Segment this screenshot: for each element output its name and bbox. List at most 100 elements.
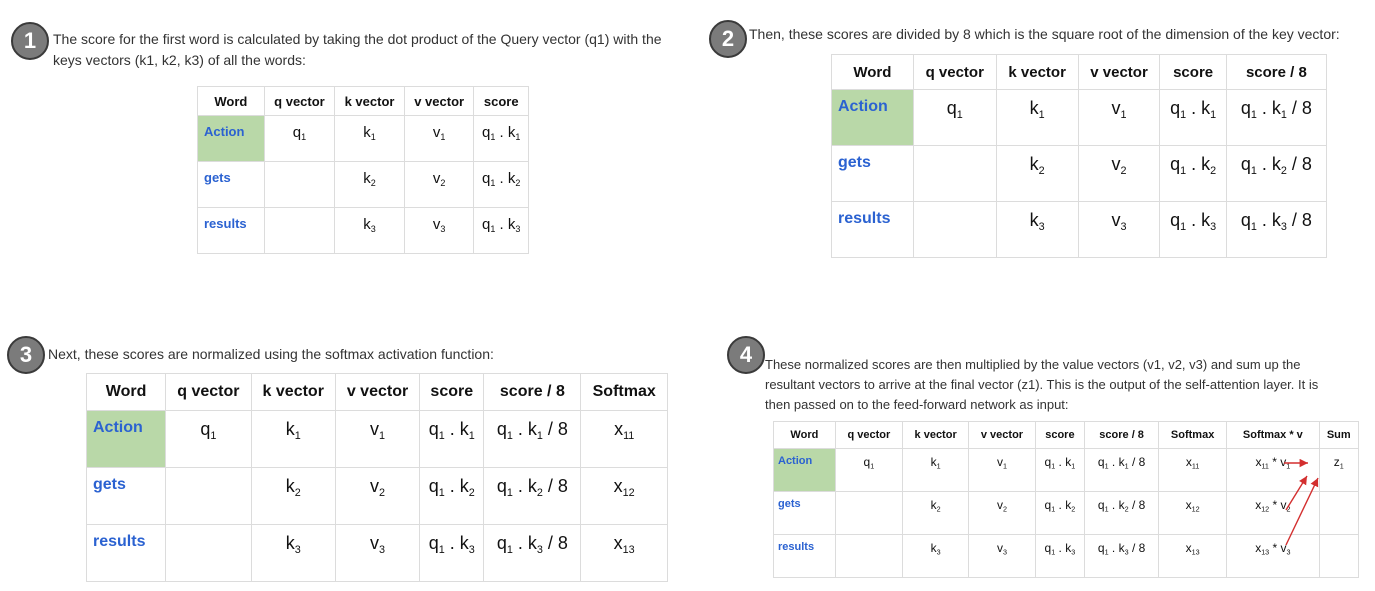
value-cell: q1 . k2 (419, 467, 485, 525)
step-4-line-1: These normalized scores are then multipl… (765, 357, 1301, 372)
value-cell: v1 (403, 115, 475, 162)
value-cell (165, 467, 252, 525)
step-4-description: These normalized scores are then multipl… (765, 355, 1318, 415)
table-row: gets k2 v2 q1 . k2 (197, 161, 529, 208)
value-cell: v3 (403, 207, 475, 254)
value-cell: v1 (968, 448, 1036, 492)
column-header: v vector (968, 421, 1036, 449)
step-3-badge: 3 (7, 336, 45, 374)
value-cell: k2 (334, 161, 405, 208)
value-cell: q1 (912, 89, 997, 146)
step-4-line-3: then passed on to the feed-forward netwo… (765, 397, 1069, 412)
step-1-line-2: keys vectors (k1, k2, k3) of all the wor… (53, 52, 306, 68)
step-4-line-2: resultant vectors to arrive at the final… (765, 377, 1319, 392)
value-cell: q1 . k1 / 8 (1225, 89, 1328, 146)
value-cell: v2 (334, 467, 421, 525)
value-cell: x11 (1158, 448, 1228, 492)
table-row: Action q1 k1 v1 q1 . k1 q1 . k1 / 8 (831, 89, 1328, 146)
value-cell: q1 (263, 115, 336, 162)
value-cell: v3 (334, 524, 421, 582)
word-cell: Action (197, 115, 265, 162)
value-cell (165, 524, 252, 582)
value-cell (834, 491, 903, 535)
value-cell: v1 (334, 410, 421, 468)
word-cell: gets (773, 491, 836, 535)
column-header: q vector (263, 86, 336, 116)
value-cell: q1 . k3 (473, 207, 529, 254)
word-cell: results (831, 201, 914, 258)
attention-table-step-3: Word q vector k vector v vector score score /… (85, 373, 668, 582)
value-cell: q1 . k1 (1159, 89, 1227, 146)
column-header: q vector (912, 54, 997, 90)
value-cell: q1 . k2 (473, 161, 529, 208)
value-cell: q1 . k2 / 8 (483, 467, 582, 525)
table-row: results k3 v3 q1 . k3 q1 . k3 / 8 x13 (85, 524, 668, 582)
column-header: Softmax * v (1226, 421, 1320, 449)
value-cell: q1 (165, 410, 252, 468)
value-cell: k1 (250, 410, 336, 468)
value-cell: q1 . k2 / 8 (1084, 491, 1160, 535)
table-header-row: Word q vector k vector v vector score score /… (85, 373, 668, 411)
step-3-line-1: Next, these scores are normalized using … (48, 346, 494, 362)
table-row: results k3 v3 q1 . k3 (197, 207, 529, 254)
value-cell: k1 (334, 115, 405, 162)
value-cell: q1 . k2 (1159, 145, 1227, 202)
value-cell: q1 . k1 (419, 410, 485, 468)
column-header: score (419, 373, 485, 411)
value-cell: q1 . k3 / 8 (1084, 534, 1160, 578)
value-cell: q1 . k1 (473, 115, 529, 162)
word-cell: gets (197, 161, 265, 208)
step-1-description: The score for the first word is calculat… (53, 29, 662, 71)
attention-table-step-1: Word q vector k vector v vector score Action q… (197, 86, 529, 254)
word-cell: results (85, 524, 167, 582)
value-cell: x12 (580, 467, 668, 525)
value-cell: k3 (250, 524, 336, 582)
column-header: Word (85, 373, 167, 411)
value-cell: k2 (901, 491, 970, 535)
value-cell: v3 (968, 534, 1036, 578)
column-header: v vector (403, 86, 475, 116)
value-cell (1318, 534, 1360, 578)
value-cell (834, 534, 903, 578)
value-cell: x13 (1158, 534, 1228, 578)
value-cell: q1 . k1 / 8 (1084, 448, 1160, 492)
step-4-badge: 4 (727, 336, 765, 374)
column-header: q vector (165, 373, 252, 411)
column-header: Word (773, 421, 836, 449)
value-cell: x11 * v1 (1226, 448, 1320, 492)
step-2-badge: 2 (709, 20, 747, 58)
value-cell (912, 145, 997, 202)
step-3-description: Next, these scores are normalized using … (48, 346, 494, 362)
table-row: Action q1 k1 v1 q1 . k1 q1 . k1 / 8 x11 (85, 410, 668, 468)
value-cell: k3 (334, 207, 405, 254)
column-header: v vector (334, 373, 421, 411)
column-header: Softmax (1158, 421, 1228, 449)
value-cell: v2 (1077, 145, 1161, 202)
value-cell: v1 (1077, 89, 1161, 146)
value-cell (263, 207, 336, 254)
word-cell: Action (773, 448, 836, 492)
value-cell: x12 * v2 (1226, 491, 1320, 535)
value-cell: v2 (968, 491, 1036, 535)
column-header: Word (831, 54, 914, 90)
value-cell: v3 (1077, 201, 1161, 258)
word-cell: Action (831, 89, 914, 146)
table-row: Action q1 k1 v1 q1 . k1 (197, 115, 529, 162)
table-row: gets k2 v2 q1 . k2 q1 . k2 / 8 x12 (85, 467, 668, 525)
column-header: score (473, 86, 529, 116)
column-header: score / 8 (483, 373, 582, 411)
table-row: Action q1 k1 v1 q1 . k1 q1 . k1 / 8 x11 x11 * v… (773, 448, 1360, 492)
value-cell: v2 (403, 161, 475, 208)
table-row: gets k2 v2 q1 . k2 q1 . k2 / 8 x12 x12 * v2 (773, 491, 1360, 535)
value-cell (912, 201, 997, 258)
column-header: Word (197, 86, 265, 116)
value-cell: k3 (995, 201, 1079, 258)
value-cell: q1 . k3 / 8 (1225, 201, 1328, 258)
column-header: k vector (250, 373, 336, 411)
word-cell: gets (85, 467, 167, 525)
step-1-line-1: The score for the first word is calculat… (53, 31, 662, 47)
table-row: results k3 v3 q1 . k3 q1 . k3 / 8 x13 x13 * v3 (773, 534, 1360, 578)
step-2-description: Then, these scores are divided by 8 whic… (749, 26, 1340, 42)
value-cell: q1 . k1 / 8 (483, 410, 582, 468)
word-cell: gets (831, 145, 914, 202)
